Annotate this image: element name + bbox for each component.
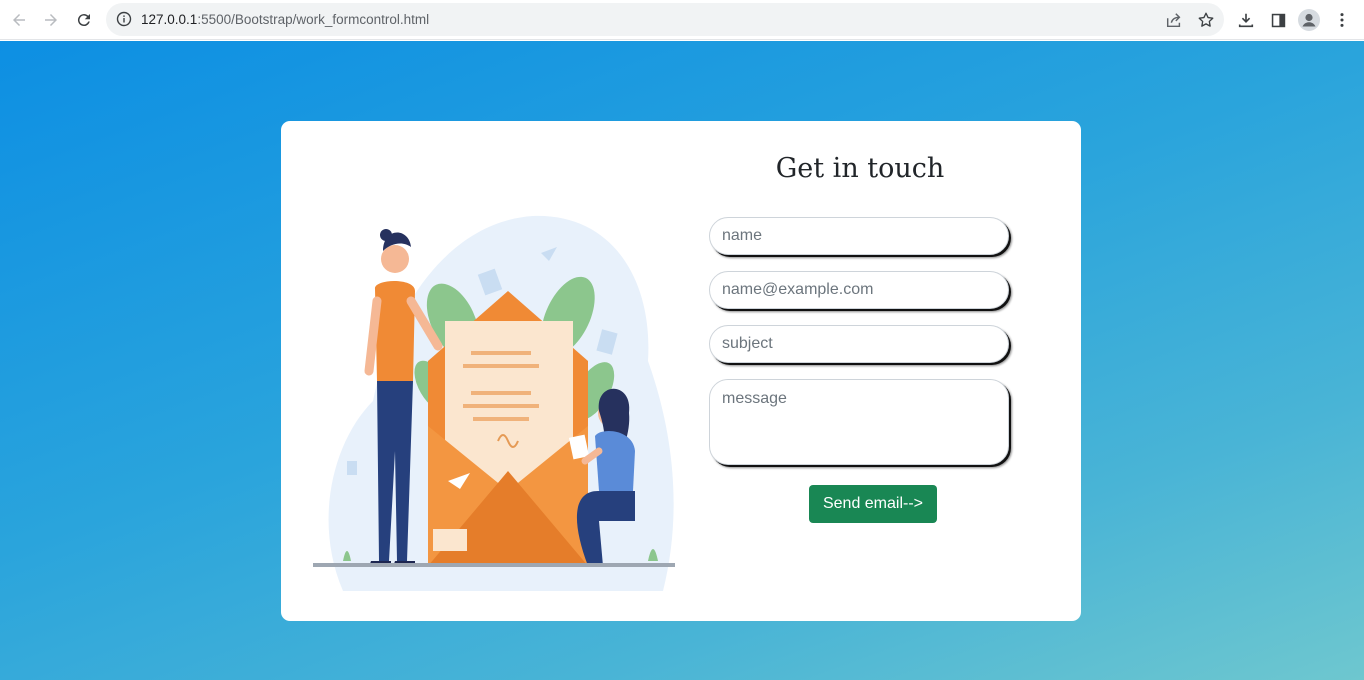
back-arrow-icon[interactable] <box>5 6 33 34</box>
subject-input[interactable] <box>709 325 1009 363</box>
page-title: Get in touch <box>775 153 945 184</box>
email-input[interactable] <box>709 271 1009 309</box>
side-panel-icon[interactable] <box>1267 9 1289 31</box>
url-text[interactable]: 127.0.0.1:5500/Bootstrap/work_formcontro… <box>141 12 429 27</box>
site-info-icon[interactable] <box>116 11 132 27</box>
name-input[interactable] <box>709 217 1009 255</box>
send-email-button[interactable]: Send email--> <box>809 485 937 523</box>
address-bar[interactable]: 127.0.0.1:5500/Bootstrap/work_formcontro… <box>106 3 1224 36</box>
bookmark-star-icon[interactable] <box>1196 10 1216 30</box>
download-icon[interactable] <box>1235 9 1257 31</box>
more-menu-icon[interactable] <box>1331 9 1353 31</box>
share-icon[interactable] <box>1164 10 1184 30</box>
url-host: 127.0.0.1 <box>141 12 198 27</box>
contact-card: Get in touch Send email--> <box>281 121 1081 621</box>
profile-icon[interactable] <box>1298 9 1320 31</box>
url-path: :5500/Bootstrap/work_formcontrol.html <box>197 12 430 27</box>
contact-illustration <box>313 215 675 591</box>
reload-icon[interactable] <box>70 6 98 34</box>
message-textarea[interactable] <box>709 379 1009 465</box>
browser-toolbar: 127.0.0.1:5500/Bootstrap/work_formcontro… <box>0 0 1364 40</box>
page-background: Get in touch Send email--> <box>0 41 1364 680</box>
forward-arrow-icon[interactable] <box>37 6 65 34</box>
